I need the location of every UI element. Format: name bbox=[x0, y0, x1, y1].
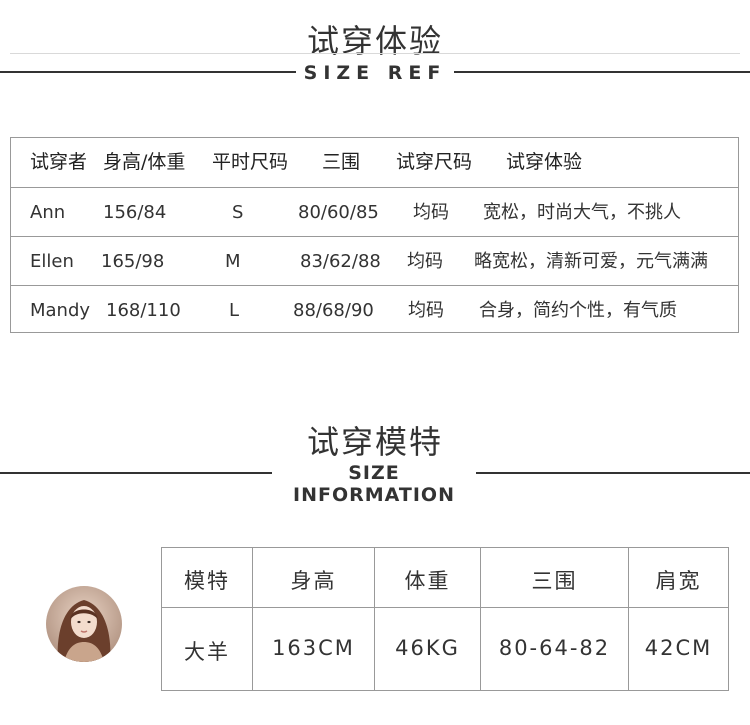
section-subtitle-size-ref: SIZE REF bbox=[303, 62, 447, 84]
table-cell: 88/68/90 bbox=[293, 300, 374, 321]
header-cell: 试穿体验 bbox=[506, 151, 583, 173]
header-cell: 试穿尺码 bbox=[396, 151, 473, 173]
section-title-size-information: 试穿模特 bbox=[306, 423, 443, 461]
table-cell: Ann bbox=[30, 202, 66, 223]
table-cell: 均码 bbox=[407, 251, 443, 272]
size-ref-table: 试穿者 身高/体重 平时尺码 三围 试穿尺码 试穿体验 Ann 156/84 S… bbox=[10, 137, 739, 333]
rule-right bbox=[454, 71, 750, 73]
table-cell: 合身，简约个性，有气质 bbox=[479, 300, 677, 321]
table-row: Ellen 165/98 M 83/62/88 均码 略宽松，清新可爱，元气满满 bbox=[11, 237, 738, 286]
section-subtitle-size-information: SIZE INFORMATION bbox=[293, 462, 455, 506]
table-cell: 均码 bbox=[408, 300, 444, 321]
header-cell: 平时尺码 bbox=[212, 151, 289, 173]
table-cell: 80-64-82 bbox=[498, 636, 611, 660]
table-cell: M bbox=[225, 251, 241, 272]
table-cell: Mandy bbox=[30, 300, 91, 321]
header-cell: 三围 bbox=[322, 151, 361, 173]
table-cell: L bbox=[229, 300, 240, 321]
model-avatar bbox=[46, 586, 122, 662]
table-cell: 168/110 bbox=[106, 300, 181, 321]
row-divider bbox=[162, 607, 728, 608]
table-cell: 163CM bbox=[272, 636, 355, 660]
table-cell: 宽松，时尚大气，不挑人 bbox=[483, 202, 681, 223]
table-cell: 略宽松，清新可爱，元气满满 bbox=[474, 251, 708, 272]
table-cell: 42CM bbox=[644, 636, 713, 660]
table-header-row: 试穿者 身高/体重 平时尺码 三围 试穿尺码 试穿体验 bbox=[11, 138, 738, 187]
table-cell: Ellen bbox=[30, 251, 74, 272]
table-row: Mandy 168/110 L 88/68/90 均码 合身，简约个性，有气质 bbox=[11, 286, 738, 335]
table-cell: 80/60/85 bbox=[298, 202, 379, 223]
header-cell: 体重 bbox=[404, 569, 451, 593]
header-cell: 身高 bbox=[290, 569, 337, 593]
table-cell: S bbox=[232, 202, 244, 223]
rule-right bbox=[476, 472, 750, 474]
header-cell: 三围 bbox=[531, 569, 578, 593]
model-portrait-icon bbox=[46, 586, 122, 662]
table-cell: 均码 bbox=[413, 202, 449, 223]
table-cell: 83/62/88 bbox=[300, 251, 381, 272]
header-cell: 肩宽 bbox=[655, 569, 702, 593]
rule-left bbox=[0, 71, 296, 73]
header-cell: 模特 bbox=[184, 569, 230, 593]
table-cell: 大羊 bbox=[184, 640, 230, 664]
table-cell: 165/98 bbox=[101, 251, 165, 272]
header-cell: 试穿者 bbox=[30, 151, 88, 173]
rule-left bbox=[0, 472, 272, 474]
section-title-size-ref: 试穿体验 bbox=[306, 22, 443, 60]
divider bbox=[10, 53, 740, 54]
table-cell: 156/84 bbox=[103, 202, 167, 223]
table-cell: 46KG bbox=[395, 636, 460, 660]
header-cell: 身高/体重 bbox=[103, 151, 186, 173]
table-row: Ann 156/84 S 80/60/85 均码 宽松，时尚大气，不挑人 bbox=[11, 188, 738, 237]
model-info-table: 模特 身高 体重 三围 肩宽 大羊 163CM 46KG 80-64-82 42… bbox=[161, 547, 729, 691]
